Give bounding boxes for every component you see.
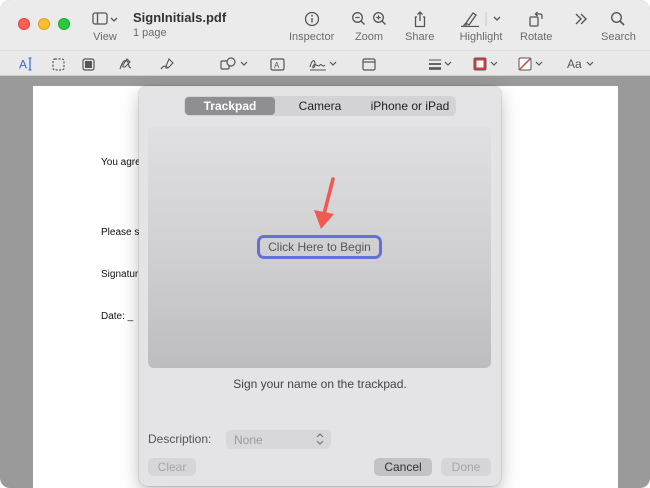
signature-instruction: Sign your name on the trackpad. — [233, 377, 407, 391]
arrow-annotation-icon — [314, 177, 335, 229]
text-box-tool[interactable]: A — [270, 55, 285, 73]
zoom-controls[interactable]: Zoom — [351, 10, 387, 43]
document-line: Date: _ — [101, 311, 134, 322]
fill-color-tool[interactable] — [518, 55, 546, 73]
document-line: Please s — [101, 227, 140, 238]
text-box-icon: A — [270, 57, 285, 71]
view-label: View — [93, 31, 117, 43]
description-label: Description: — [148, 432, 212, 446]
draw-tool[interactable] — [160, 55, 176, 73]
inspector-button[interactable]: Inspector — [289, 10, 334, 43]
share-button[interactable]: Share — [405, 10, 434, 43]
border-color-icon — [473, 57, 498, 71]
window-controls — [18, 18, 70, 30]
tab-camera[interactable]: Camera — [275, 97, 365, 115]
svg-text:A: A — [19, 58, 27, 72]
text-selection-tool[interactable]: A — [19, 55, 33, 73]
cancel-button[interactable]: Cancel — [374, 458, 432, 476]
capture-source-segmented-control: Trackpad Camera iPhone or iPad — [184, 96, 456, 116]
chevron-up-down-icon — [316, 433, 324, 445]
signature-sheet: Trackpad Camera iPhone or iPad Click Her… — [139, 86, 501, 486]
highlighter-icon — [459, 10, 503, 28]
signature-pad[interactable]: Click Here to Begin — [148, 126, 491, 368]
line-weight-icon — [429, 59, 452, 70]
search-label: Search — [601, 31, 636, 43]
shapes-tool[interactable] — [220, 55, 250, 73]
redact-icon — [82, 57, 95, 71]
no-fill-icon — [518, 57, 543, 71]
redact-tool[interactable] — [82, 55, 95, 73]
more-toolbar-button[interactable] — [574, 10, 588, 28]
document-line: You agre — [101, 157, 141, 168]
window-icon — [362, 57, 376, 71]
border-color-tool[interactable] — [473, 55, 501, 73]
signature-icon — [309, 60, 337, 71]
rectangular-selection-tool[interactable] — [52, 55, 65, 73]
markup-toolbar: A A Aa — [0, 50, 650, 76]
description-select[interactable]: None — [226, 430, 331, 449]
rotate-icon — [528, 10, 544, 28]
tab-iphone-or-ipad[interactable]: iPhone or iPad — [365, 97, 455, 115]
inspector-label: Inspector — [289, 31, 335, 43]
close-button[interactable] — [18, 18, 30, 30]
document-title: SignInitials.pdf — [133, 10, 227, 25]
share-icon — [413, 10, 427, 28]
chevron-down-icon — [586, 61, 594, 66]
line-style-tool[interactable] — [428, 55, 454, 73]
sidebar-icon — [92, 10, 118, 28]
tab-trackpad[interactable]: Trackpad — [185, 97, 275, 115]
minimize-button[interactable] — [38, 18, 50, 30]
preview-window: View SignInitials.pdf 1 page Inspector Z… — [0, 0, 650, 488]
highlight-label: Highlight — [459, 31, 503, 43]
info-icon — [304, 10, 320, 28]
shapes-icon — [220, 57, 248, 70]
sign-tool[interactable] — [309, 55, 339, 73]
search-icon — [610, 10, 626, 28]
document-page-count: 1 page — [133, 27, 167, 39]
done-button[interactable]: Done — [441, 458, 491, 476]
highlight-button[interactable]: Highlight — [459, 10, 503, 43]
document-line: Signatur — [101, 269, 139, 280]
svg-text:A: A — [274, 61, 280, 70]
view-button[interactable]: View — [92, 10, 118, 43]
click-here-to-begin-button[interactable]: Click Here to Begin — [257, 235, 382, 259]
description-value: None — [234, 432, 263, 447]
text-style-label: Aa — [567, 57, 582, 71]
text-style-tool[interactable]: Aa — [567, 55, 597, 73]
share-label: Share — [405, 31, 435, 43]
sketch-icon — [119, 58, 132, 70]
zoom-label: Zoom — [354, 31, 384, 43]
zoom-window-button[interactable] — [58, 18, 70, 30]
dashed-rectangle-icon — [52, 57, 65, 71]
text-cursor-icon: A — [19, 57, 32, 72]
sketch-tool[interactable] — [118, 55, 133, 73]
search-button[interactable]: Search — [601, 10, 636, 43]
clear-button[interactable]: Clear — [148, 458, 196, 476]
zoom-icons — [351, 10, 387, 28]
rotate-label: Rotate — [520, 31, 553, 43]
draw-icon — [160, 58, 174, 70]
page-layout-tool[interactable] — [362, 55, 376, 73]
toolbar: View SignInitials.pdf 1 page Inspector Z… — [0, 0, 650, 50]
chevron-double-right-icon — [574, 10, 588, 28]
rotate-button[interactable]: Rotate — [520, 10, 552, 43]
